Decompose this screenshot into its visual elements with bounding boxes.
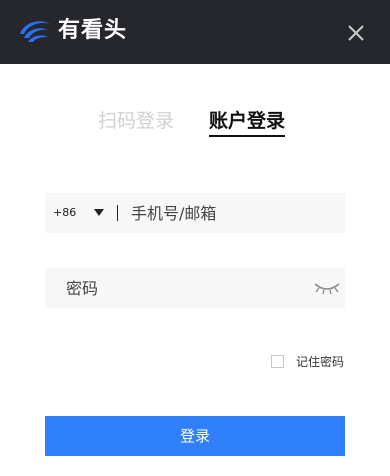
login-dialog: 有看头 扫码登录 账户登录 +86 记住密码 登录 — [0, 0, 390, 476]
country-code-select[interactable]: +86 — [53, 205, 76, 221]
app-logo-icon — [20, 21, 50, 42]
password-field — [45, 268, 345, 308]
text-cursor — [117, 205, 118, 221]
app-name: 有看头 — [58, 18, 128, 43]
phone-email-input[interactable] — [131, 193, 331, 233]
remember-checkbox[interactable] — [271, 355, 284, 368]
tab-qr-login[interactable]: 扫码登录 — [98, 108, 174, 134]
close-icon[interactable] — [344, 21, 368, 45]
title-bar: 有看头 — [0, 0, 390, 64]
remember-label: 记住密码 — [296, 355, 345, 369]
tab-account-login[interactable]: 账户登录 — [209, 108, 286, 137]
password-input[interactable] — [66, 268, 306, 308]
chevron-down-icon[interactable] — [94, 209, 104, 216]
login-button[interactable]: 登录 — [45, 416, 345, 456]
phone-email-field: +86 — [45, 193, 345, 233]
eye-closed-icon[interactable] — [313, 280, 341, 296]
